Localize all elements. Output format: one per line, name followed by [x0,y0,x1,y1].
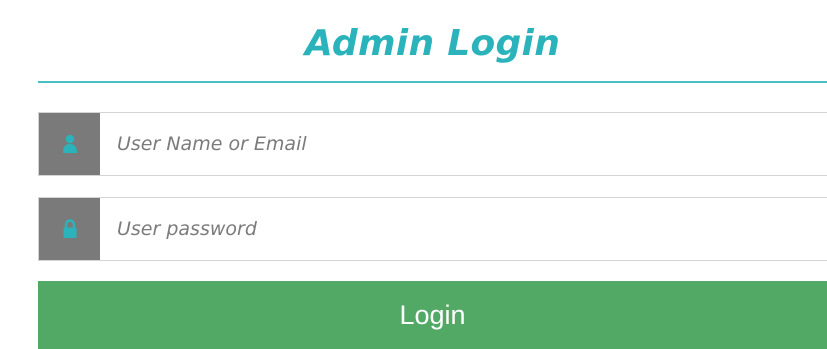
username-icon-box [39,113,100,175]
page-title: Admin Login [304,23,561,64]
password-field [38,197,827,261]
password-icon-box [39,198,100,260]
login-button[interactable]: Login [38,281,827,349]
lock-icon [62,219,78,239]
user-icon [62,134,78,154]
title-divider [38,81,827,83]
admin-login-panel: Admin Login Login [0,0,827,349]
password-input[interactable] [100,198,827,260]
username-input[interactable] [100,113,827,175]
username-field [38,112,827,176]
